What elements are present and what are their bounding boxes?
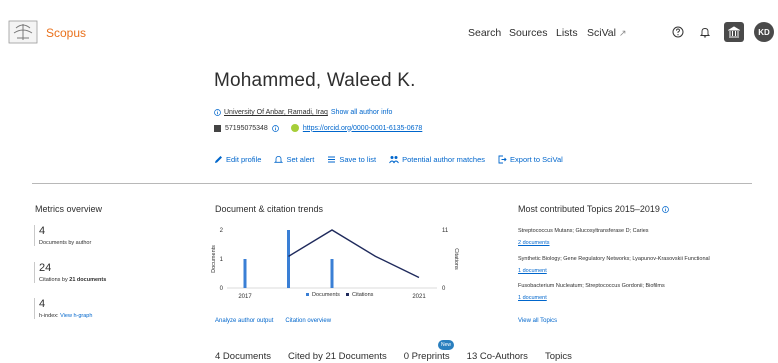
export-icon xyxy=(498,155,507,164)
bell-outline-icon xyxy=(274,156,284,163)
citations-label: Citations by 21 documents xyxy=(39,277,106,283)
documents-bar xyxy=(330,259,334,288)
people-icon xyxy=(389,156,399,164)
view-h-graph-link[interactable]: View h-graph xyxy=(60,313,92,319)
topic-documents-link[interactable]: 1 document xyxy=(518,295,758,301)
new-badge: New xyxy=(438,340,454,350)
edit-profile-label: Edit profile xyxy=(226,155,262,164)
tab-documents[interactable]: 4 Documents xyxy=(215,351,271,362)
pencil-icon xyxy=(215,156,222,163)
potential-author-matches-label: Potential author matches xyxy=(402,155,486,164)
set-alert-label: Set alert xyxy=(286,155,315,164)
x-tick-label: 2017 xyxy=(238,294,252,300)
affiliation-link[interactable]: University Of Anbar, Ramadi, Iraq xyxy=(224,109,328,116)
right-tick-label: 11 xyxy=(442,228,449,234)
author-name: Mohammed, Waleed K. xyxy=(214,70,416,91)
edit-profile-button[interactable]: Edit profile xyxy=(214,155,261,164)
bell-icon[interactable] xyxy=(697,24,713,40)
orcid-link[interactable]: https://orcid.org/0000-0001-6135-0678 xyxy=(303,125,422,132)
info-icon xyxy=(214,109,221,116)
help-icon[interactable] xyxy=(670,24,686,40)
documents-bar xyxy=(243,259,247,288)
legend-citations-swatch xyxy=(346,293,349,296)
topic-item: Synthetic Biology; Gene Regulatory Netwo… xyxy=(518,256,758,274)
document-citation-trends-title: Document & citation trends xyxy=(215,204,324,214)
topic-documents-link[interactable]: 1 document xyxy=(518,268,758,274)
list-icon xyxy=(328,156,336,163)
h-index-value: 4 xyxy=(39,298,46,310)
h-index-label-row: h-index: View h-graph xyxy=(39,313,92,319)
id-info-icon[interactable] xyxy=(272,124,279,132)
citation-overview-link[interactable]: Citation overview xyxy=(285,318,331,324)
scopus-id-icon xyxy=(214,124,221,132)
citations-label-prefix: Citations by xyxy=(39,277,68,283)
show-all-author-info-link[interactable]: Show all author info xyxy=(331,109,392,116)
tab-topics[interactable]: Topics xyxy=(545,351,572,362)
citations-metric: 24 Citations by 21 documents xyxy=(34,262,106,283)
metrics-overview-title: Metrics overview xyxy=(35,204,103,214)
affiliation-row: University Of Anbar, Ramadi, Iraq Show a… xyxy=(214,109,392,116)
topic-name: Fusobacterium Nucleatum; Streptococcus G… xyxy=(518,283,665,289)
export-to-scival-button[interactable]: Export to SciVal xyxy=(498,155,563,164)
h-index-metric: 4 h-index: View h-graph xyxy=(34,298,92,319)
institution-icon[interactable] xyxy=(724,22,744,42)
set-alert-button[interactable]: Set alert xyxy=(274,155,314,164)
right-axis-label: Citations xyxy=(453,248,459,270)
left-tick-label: 1 xyxy=(220,257,224,263)
nav-lists[interactable]: Lists xyxy=(556,27,578,39)
topics-title-text: Most contributed Topics 2015–2019 xyxy=(518,204,660,214)
legend-documents-label: Documents xyxy=(312,292,340,298)
most-contributed-topics-title: Most contributed Topics 2015–2019 xyxy=(518,204,670,214)
h-index-label: h-index: xyxy=(39,313,59,319)
scopus-author-id: 57195075348 xyxy=(225,124,268,132)
save-to-list-label: Save to list xyxy=(339,155,377,164)
documents-label: Documents by author xyxy=(39,240,92,246)
nav-sources[interactable]: Sources xyxy=(509,27,548,39)
right-tick-label: 0 xyxy=(442,286,446,292)
topic-name: Streptococcus Mutans; Glucosyltransferas… xyxy=(518,228,649,234)
scopus-brand[interactable]: Scopus xyxy=(46,26,86,40)
elsevier-logo-icon[interactable] xyxy=(8,20,38,44)
tab-co-authors[interactable]: 13 Co-Authors xyxy=(467,351,528,362)
section-divider xyxy=(32,183,752,184)
tab-cited-by[interactable]: Cited by 21 Documents xyxy=(288,351,387,362)
author-actions: Edit profile Set alert Save to list Pote… xyxy=(214,155,563,164)
user-avatar[interactable]: KD xyxy=(754,22,774,42)
legend-citations-label: Citations xyxy=(352,292,374,298)
documents-bar xyxy=(287,230,290,288)
citations-count: 24 xyxy=(39,262,52,274)
topic-name: Synthetic Biology; Gene Regulatory Netwo… xyxy=(518,256,710,262)
potential-author-matches-button[interactable]: Potential author matches xyxy=(389,155,485,164)
x-tick-label: 2021 xyxy=(412,294,426,300)
topic-item: Fusobacterium Nucleatum; Streptococcus G… xyxy=(518,283,758,301)
left-tick-label: 0 xyxy=(220,286,224,292)
legend-documents-swatch xyxy=(306,293,309,296)
save-to-list-button[interactable]: Save to list xyxy=(327,155,376,164)
chart-links: Analyze author output Citation overview xyxy=(215,318,331,324)
topics-info-icon[interactable] xyxy=(662,206,670,213)
citations-label-docs[interactable]: 21 documents xyxy=(69,277,106,283)
nav-scival[interactable]: SciVal ↗ xyxy=(587,27,627,39)
author-tabs: 4 Documents Cited by 21 Documents 0 Prep… xyxy=(215,351,589,362)
citations-line xyxy=(288,229,420,279)
topic-documents-link[interactable]: 2 documents xyxy=(518,240,758,246)
left-tick-label: 2 xyxy=(220,228,224,234)
orcid-icon xyxy=(290,124,299,132)
view-all-topics-link[interactable]: View all Topics xyxy=(518,318,557,324)
left-axis-label: Documents xyxy=(211,245,217,273)
tab-preprints[interactable]: 0 Preprints xyxy=(404,351,450,362)
author-identifiers-row: 57195075348 https://orcid.org/0000-0001-… xyxy=(214,124,422,132)
top-navigation-bar: Scopus Search Sources Lists SciVal ↗ KD xyxy=(0,0,778,60)
documents-metric: 4 Documents by author xyxy=(34,225,91,246)
export-to-scival-label: Export to SciVal xyxy=(510,155,563,164)
topic-item: Streptococcus Mutans; Glucosyltransferas… xyxy=(518,228,758,246)
nav-scival-label: SciVal xyxy=(587,27,616,39)
documents-count: 4 xyxy=(39,225,46,237)
external-link-icon: ↗ xyxy=(618,28,627,38)
document-citation-trends-chart: 2 1 0 11 0 Documents Citations 2017 2021 Document… xyxy=(211,228,459,300)
nav-search[interactable]: Search xyxy=(468,27,501,39)
analyze-author-output-link[interactable]: Analyze author output xyxy=(215,318,273,324)
